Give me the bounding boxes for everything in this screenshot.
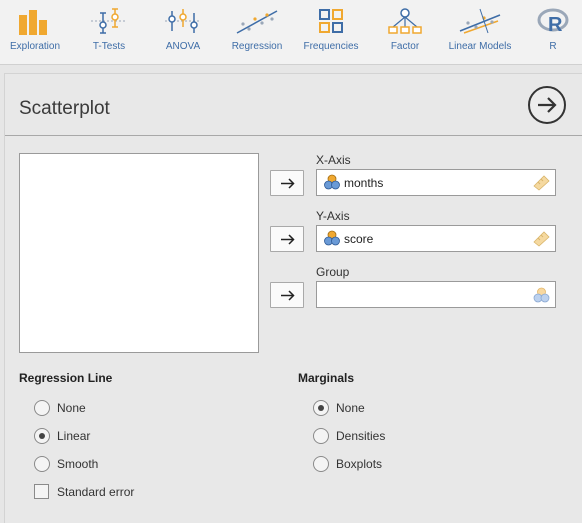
nominal-variable-icon [324, 230, 340, 251]
x-axis-label: X-Axis [316, 153, 351, 167]
ttest-icon [91, 7, 127, 40]
r-icon: R [537, 7, 569, 40]
toolbar-frequencies[interactable]: Frequencies [296, 0, 366, 64]
y-axis-transfer-button[interactable] [270, 226, 304, 252]
toolbar-linear-models[interactable]: Linear Models [440, 0, 520, 64]
toolbar-label: T-Tests [92, 41, 126, 52]
svg-text:R: R [548, 14, 563, 35]
analysis-toolbar: Exploration T-Tests ANOVA Regression Fre… [0, 0, 582, 65]
option-label: Standard error [57, 485, 135, 499]
x-axis-field[interactable]: months [316, 169, 556, 196]
y-axis-field[interactable]: score [316, 225, 556, 252]
page-title: Scatterplot [19, 98, 110, 119]
group-transfer-button[interactable] [270, 282, 304, 308]
toolbar-factor[interactable]: Factor [370, 0, 440, 64]
run-button[interactable] [528, 86, 566, 124]
anova-icon [165, 7, 201, 40]
x-axis-transfer-button[interactable] [270, 170, 304, 196]
marginals-heading: Marginals [298, 371, 355, 385]
nominal-variable-icon [324, 174, 340, 195]
option-label: Smooth [57, 457, 99, 471]
regression-icon [235, 7, 279, 40]
toolbar-label: Frequencies [303, 41, 359, 52]
bar-chart-icon [17, 7, 53, 40]
title-divider [5, 135, 582, 136]
radio-button-selected[interactable] [313, 400, 329, 416]
group-label: Group [316, 265, 350, 279]
y-axis-label: Y-Axis [316, 209, 350, 223]
frequencies-icon [317, 7, 345, 40]
ruler-icon [533, 175, 550, 196]
toolbar-regression[interactable]: Regression [222, 0, 292, 64]
option-label: Densities [336, 429, 386, 443]
x-axis-value: months [344, 176, 384, 190]
option-label: None [336, 401, 365, 415]
radio-button[interactable] [34, 456, 50, 472]
option-label: None [57, 401, 86, 415]
toolbar-label: Exploration [9, 41, 61, 52]
nominal-variable-faded-icon [533, 287, 550, 308]
toolbar-label: ANOVA [165, 41, 201, 52]
radio-button[interactable] [313, 456, 329, 472]
toolbar-label: R [549, 41, 557, 52]
y-axis-value: score [344, 232, 374, 246]
radio-button[interactable] [34, 400, 50, 416]
option-label: Linear [57, 429, 91, 443]
factor-icon [388, 7, 422, 40]
ruler-icon [533, 231, 550, 252]
toolbar-t-tests[interactable]: T-Tests [74, 0, 144, 64]
option-label: Boxplots [336, 457, 383, 471]
radio-button[interactable] [313, 428, 329, 444]
scatterplot-options-panel: Scatterplot X-Axis months Y-Axis score G… [4, 73, 582, 523]
toolbar-label: Factor [390, 41, 420, 52]
toolbar-anova[interactable]: ANOVA [148, 0, 218, 64]
regression-line-heading: Regression Line [19, 371, 113, 385]
toolbar-exploration[interactable]: Exploration [0, 0, 70, 64]
variable-list[interactable] [19, 153, 259, 353]
radio-button-selected[interactable] [34, 428, 50, 444]
linear-models-icon [458, 7, 502, 40]
group-field[interactable] [316, 281, 556, 308]
toolbar-label: Linear Models [448, 41, 512, 52]
toolbar-label: Regression [231, 41, 283, 52]
checkbox[interactable] [34, 484, 49, 499]
toolbar-r[interactable]: R R [530, 0, 576, 64]
